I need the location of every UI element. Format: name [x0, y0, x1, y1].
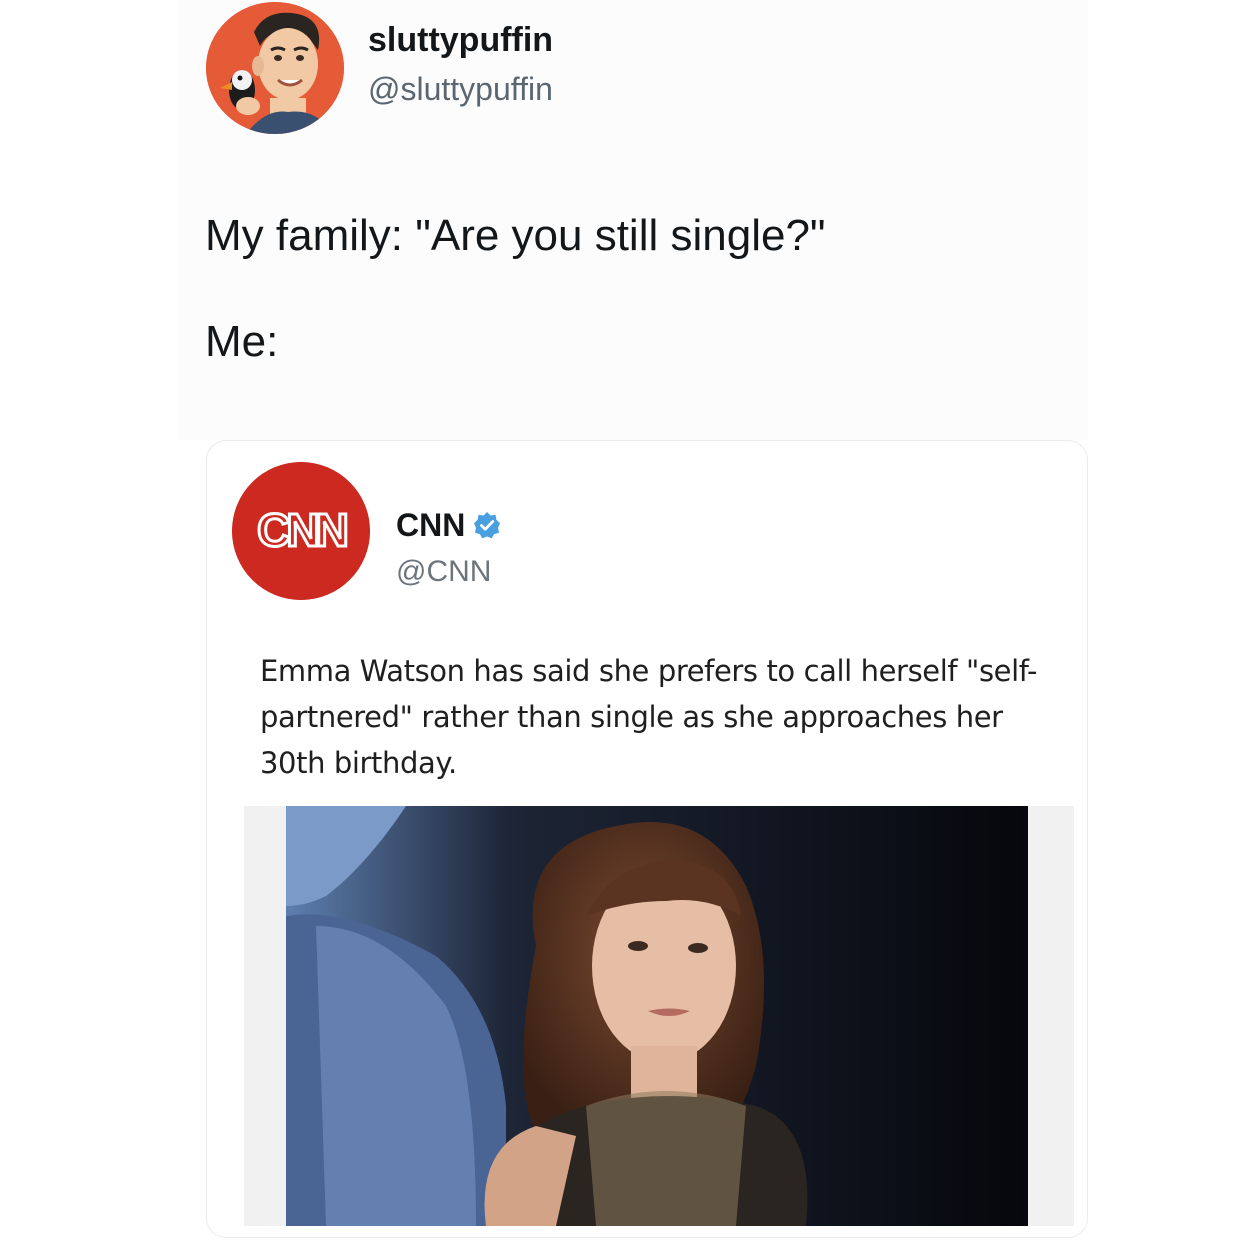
- tweet-text-line-1: My family: "Are you still single?": [205, 211, 826, 260]
- quoted-display-name-text: CNN: [396, 507, 466, 543]
- portrait-image: [286, 806, 1028, 1226]
- quoted-headline: Emma Watson has said she prefers to call…: [260, 654, 1038, 780]
- user-display-name[interactable]: sluttypuffin: [368, 20, 553, 60]
- quoted-display-name[interactable]: CNN: [396, 506, 501, 544]
- cnn-logo-icon: CNN: [232, 462, 370, 600]
- memoji-avatar-icon: [206, 2, 344, 134]
- user-handle[interactable]: @sluttypuffin: [368, 70, 553, 108]
- tweet-text-line-2: Me:: [205, 317, 279, 366]
- cnn-logo-text: CNN: [257, 504, 346, 556]
- article-photo[interactable]: [286, 806, 1028, 1226]
- cnn-logo-avatar[interactable]: CNN: [232, 462, 370, 600]
- user-avatar[interactable]: [206, 2, 344, 134]
- verified-badge-icon: [473, 511, 501, 539]
- quoted-handle[interactable]: @CNN: [396, 554, 491, 590]
